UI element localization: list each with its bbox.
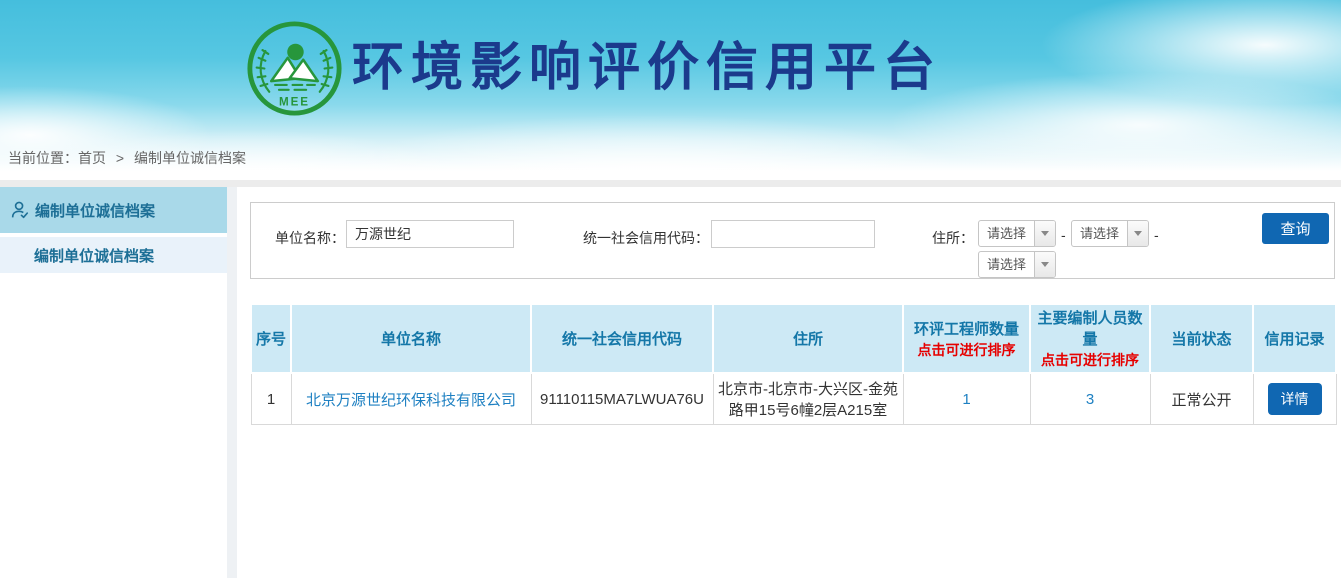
logo-mee-text: MEE	[279, 95, 310, 108]
cell-index: 1	[251, 373, 291, 425]
sidebar-main-gap	[227, 187, 237, 578]
engineer-count-link[interactable]: 1	[962, 391, 970, 408]
breadcrumb: 当前位置：首页 > 编制单位诚信档案	[8, 148, 246, 168]
col-index: 序号	[251, 304, 291, 373]
site-header: MEE 环境影响评价信用平台 当前位置：首页 > 编制单位诚信档案	[0, 0, 1341, 180]
results-table: 序号 单位名称 统一社会信用代码 住所 环评工程师数量 点击可进行排序 主要编制…	[250, 303, 1337, 425]
sidebar-item-unit-credit-archive[interactable]: 编制单位诚信档案	[0, 187, 227, 233]
sidebar-item-label: 编制单位诚信档案	[35, 200, 155, 221]
chevron-down-icon[interactable]	[1034, 221, 1055, 246]
content-area: 编制单位诚信档案 编制单位诚信档案 单位名称： 统一社会信用代码： 住所： 请选…	[0, 187, 1341, 578]
site-title: 环境影响评价信用平台	[352, 40, 942, 97]
col-unit-name: 单位名称	[291, 304, 531, 373]
table-row: 1 北京万源世纪环保科技有限公司 91110115MA7LWUA76U 北京市-…	[251, 373, 1336, 425]
breadcrumb-label: 当前位置：	[8, 150, 78, 166]
sort-hint: 点击可进行排序	[1033, 350, 1147, 370]
district-select[interactable]: 请选择	[978, 251, 1056, 278]
city-select[interactable]: 请选择	[1071, 220, 1149, 247]
staff-count-link[interactable]: 3	[1086, 391, 1094, 408]
col-engineer-count-sortable[interactable]: 环评工程师数量 点击可进行排序	[903, 304, 1030, 373]
district-select-value: 请选择	[979, 252, 1034, 277]
main-panel: 单位名称： 统一社会信用代码： 住所： 请选择 - 请选择 - 请选择	[237, 187, 1341, 578]
user-check-icon	[9, 199, 31, 221]
credit-code-input[interactable]	[711, 220, 875, 248]
header-divider	[0, 180, 1341, 187]
cell-status: 正常公开	[1150, 373, 1253, 425]
unit-name-input[interactable]	[346, 220, 514, 248]
search-form: 单位名称： 统一社会信用代码： 住所： 请选择 - 请选择 - 请选择	[250, 202, 1335, 279]
sort-hint: 点击可进行排序	[906, 340, 1027, 360]
cell-address: 北京市-北京市-大兴区-金苑路甲15号6幢2层A215室	[713, 373, 903, 425]
col-engineer-count-label: 环评工程师数量	[914, 321, 1019, 338]
address-dash-2: -	[1154, 227, 1159, 243]
sidebar: 编制单位诚信档案 编制单位诚信档案	[0, 187, 227, 578]
query-button[interactable]: 查询	[1262, 213, 1329, 244]
chevron-down-icon[interactable]	[1034, 252, 1055, 277]
unit-name-label: 单位名称：	[265, 228, 345, 248]
col-staff-count-label: 主要编制人员数量	[1037, 310, 1142, 348]
detail-button[interactable]: 详情	[1268, 383, 1322, 415]
address-label: 住所：	[909, 228, 974, 248]
mee-logo-icon: MEE	[246, 20, 343, 117]
province-select[interactable]: 请选择	[978, 220, 1056, 247]
credit-code-label: 统一社会信用代码：	[561, 228, 709, 248]
company-name-link[interactable]: 北京万源世纪环保科技有限公司	[306, 392, 516, 409]
breadcrumb-home-link[interactable]: 首页	[78, 150, 106, 166]
col-credit-code: 统一社会信用代码	[531, 304, 713, 373]
breadcrumb-current: 编制单位诚信档案	[134, 150, 246, 166]
address-dash-1: -	[1061, 227, 1066, 243]
table-header-row: 序号 单位名称 统一社会信用代码 住所 环评工程师数量 点击可进行排序 主要编制…	[251, 304, 1336, 373]
page: MEE 环境影响评价信用平台 当前位置：首页 > 编制单位诚信档案 编制	[0, 0, 1341, 578]
sidebar-subitem-unit-credit-archive[interactable]: 编制单位诚信档案	[0, 237, 227, 273]
city-select-value: 请选择	[1072, 221, 1127, 246]
sidebar-subitem-label: 编制单位诚信档案	[34, 245, 154, 266]
breadcrumb-separator: >	[116, 150, 124, 166]
province-select-value: 请选择	[979, 221, 1034, 246]
col-staff-count-sortable[interactable]: 主要编制人员数量 点击可进行排序	[1030, 304, 1150, 373]
col-status: 当前状态	[1150, 304, 1253, 373]
col-address: 住所	[713, 304, 903, 373]
col-credit-record: 信用记录	[1253, 304, 1336, 373]
cell-credit-code: 91110115MA7LWUA76U	[531, 373, 713, 425]
chevron-down-icon[interactable]	[1127, 221, 1148, 246]
